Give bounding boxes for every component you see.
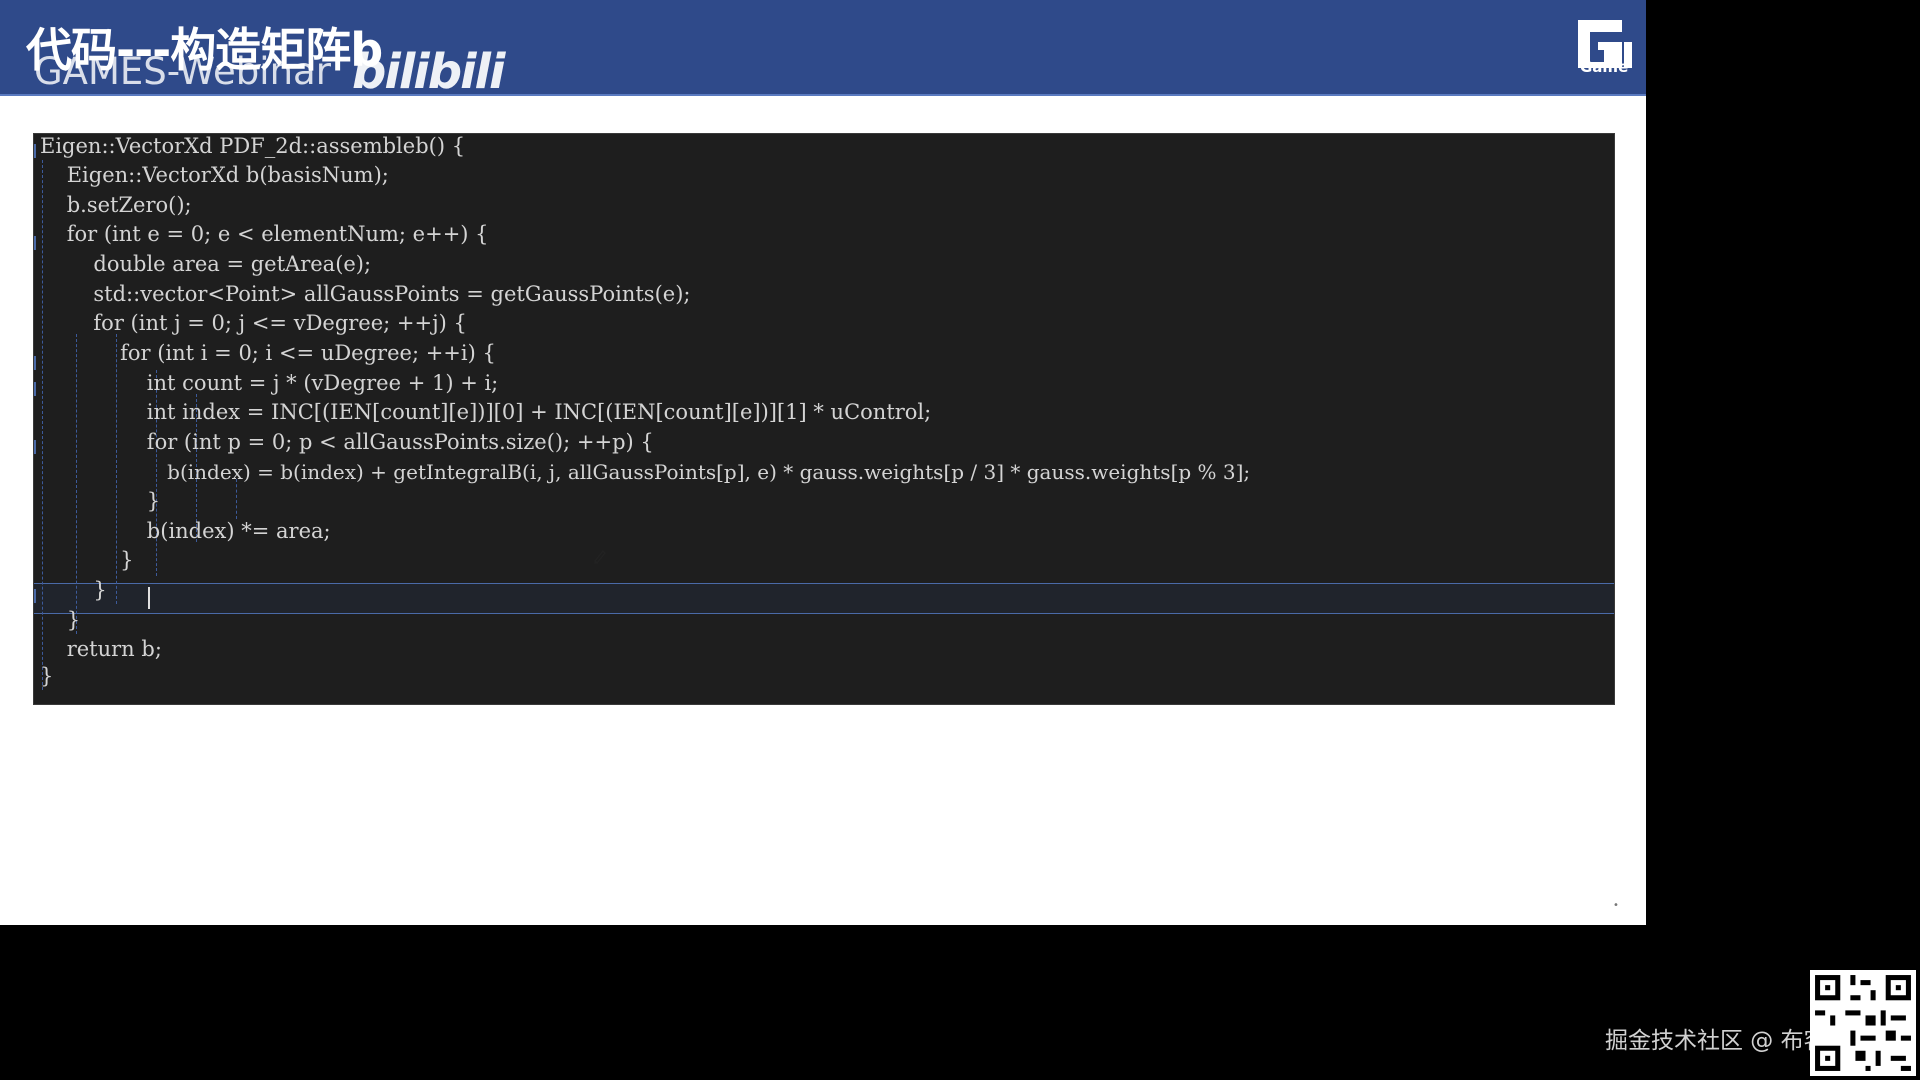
code-line[interactable]: double area = getArea(e); (40, 249, 371, 279)
gutter-marker (34, 382, 36, 396)
current-line-highlight (34, 583, 1614, 614)
games-logo-text: Game (1580, 58, 1629, 76)
code-line[interactable]: } (40, 575, 106, 605)
gutter-marker (34, 144, 36, 158)
bilibili-logo: bilibili (352, 44, 505, 100)
gutter-marker (34, 589, 36, 603)
code-line[interactable]: int index = INC[(IEN[count][e])][0] + IN… (40, 397, 931, 427)
code-line[interactable]: b(index) = b(index) + getIntegralB(i, j,… (40, 457, 1250, 487)
code-line[interactable]: Eigen::VectorXd b(basisNum); (40, 160, 389, 190)
code-line[interactable]: } (40, 545, 133, 575)
qr-code-icon[interactable] (1810, 970, 1916, 1076)
code-line[interactable]: return b; (40, 634, 162, 664)
gutter-marker (34, 236, 36, 250)
gutter-marker (34, 440, 36, 454)
code-line[interactable]: } (40, 605, 80, 635)
code-line[interactable]: b.setZero(); (40, 190, 192, 220)
code-line[interactable]: int count = j * (vDegree + 1) + i; (40, 368, 498, 398)
code-line[interactable]: Eigen::VectorXd PDF_2d::assembleb() { (40, 134, 465, 161)
code-line[interactable]: for (int e = 0; e < elementNum; e++) { (40, 219, 489, 249)
code-line[interactable]: for (int p = 0; p < allGaussPoints.size(… (40, 427, 654, 457)
text-cursor (148, 587, 150, 609)
code-line[interactable]: for (int i = 0; i <= uDegree; ++i) { (40, 338, 496, 368)
slide-title: 代码---构造矩阵b (26, 23, 383, 77)
code-line[interactable]: } (40, 661, 53, 691)
slide: GAMES-Webinar 代码---构造矩阵b bilibili Game E… (0, 0, 1646, 925)
pen-icon (594, 549, 606, 564)
gutter-marker (34, 356, 36, 370)
code-line[interactable]: for (int j = 0; j <= vDegree; ++j) { (40, 308, 466, 338)
corner-mark: • (1613, 900, 1619, 911)
code-line[interactable]: std::vector<Point> allGaussPoints = getG… (40, 279, 690, 309)
code-editor[interactable]: Eigen::VectorXd PDF_2d::assembleb() { Ei… (33, 133, 1615, 705)
code-line[interactable]: b(index) *= area; (40, 516, 331, 546)
code-line[interactable]: } (40, 486, 160, 516)
slide-header: GAMES-Webinar 代码---构造矩阵b bilibili Game (0, 0, 1646, 100)
